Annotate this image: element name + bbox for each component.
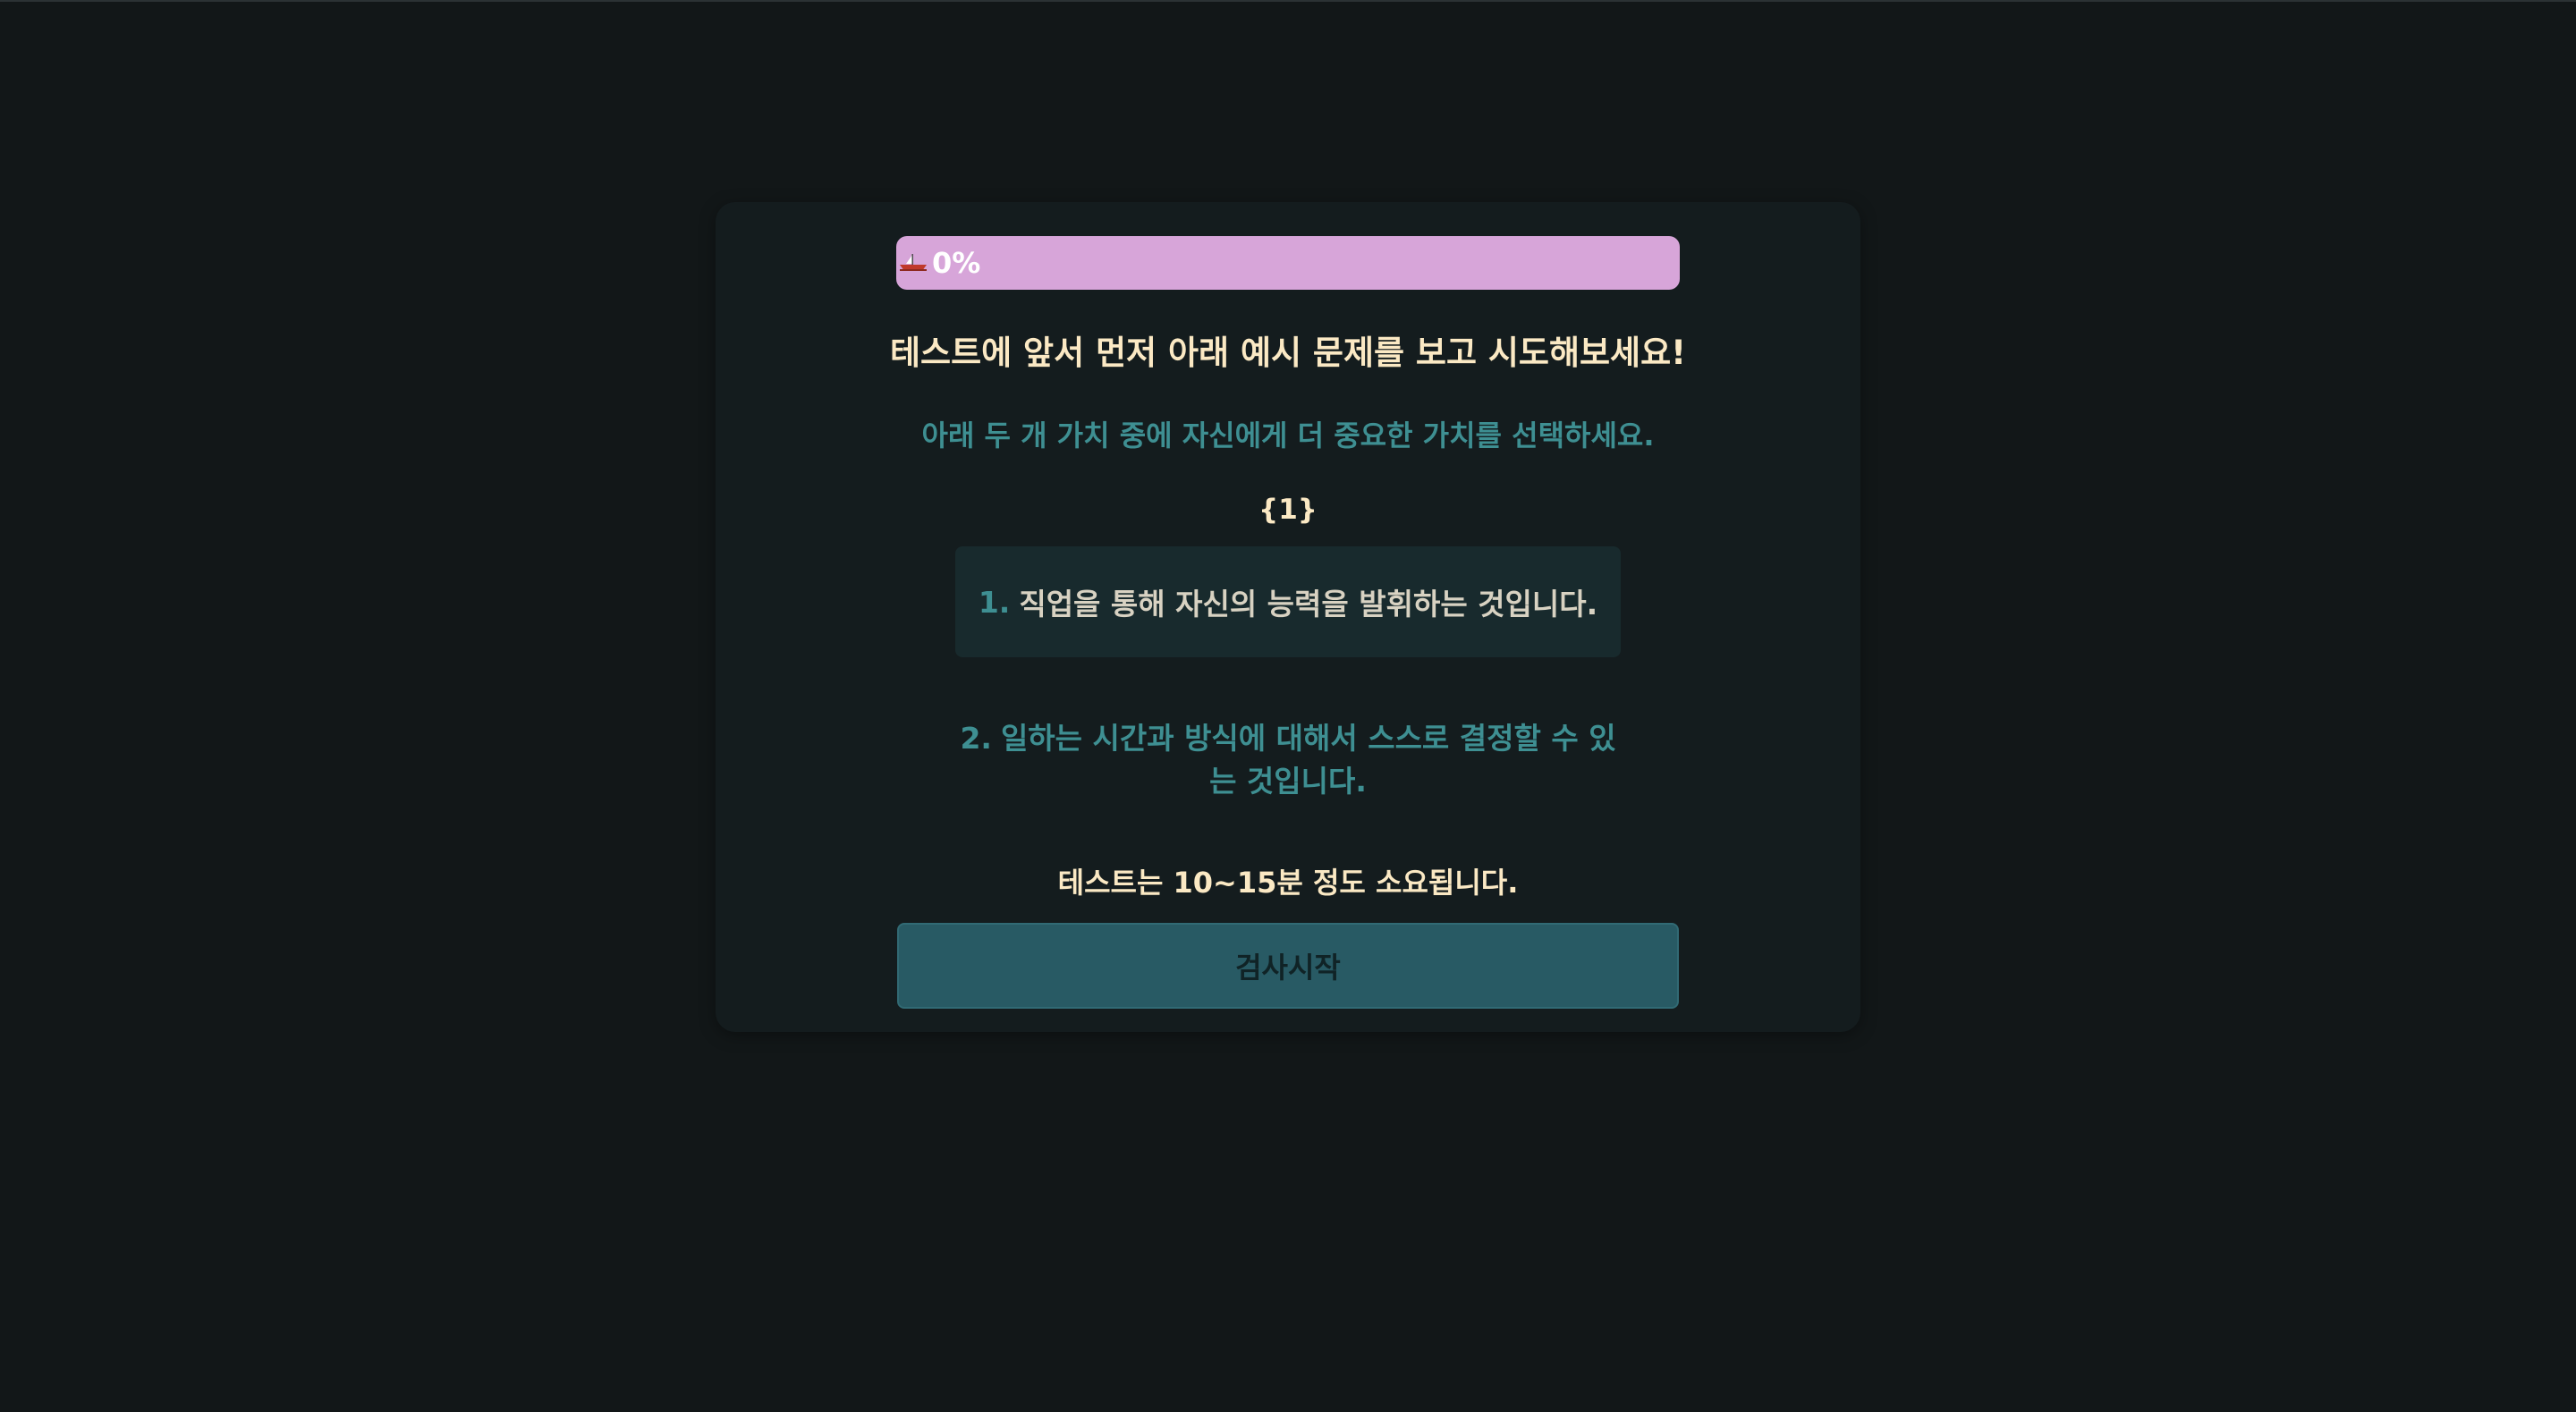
boat-icon [898, 249, 928, 276]
top-border [0, 0, 2576, 2]
intro-title: 테스트에 앞서 먼저 아래 예시 문제를 보고 시도해보세요! [890, 334, 1686, 372]
instruction-text: 아래 두 개 가치 중에 자신에게 더 중요한 가치를 선택하세요. [921, 419, 1655, 452]
start-test-label: 검사시작 [1235, 951, 1341, 985]
progress-bar: 0% [896, 236, 1680, 290]
option-1-button[interactable]: 1. 직업을 통해 자신의 능력을 발휘하는 것입니다. [955, 546, 1621, 657]
option-2-number: 2. [960, 721, 992, 756]
option-1-text: 직업을 통해 자신의 능력을 발휘하는 것입니다. [1019, 587, 1598, 621]
question-counter: {1} [1258, 494, 1318, 526]
option-2-text: 일하는 시간과 방식에 대해서 스스로 결정할 수 있는 것입니다. [1000, 721, 1616, 799]
option-2-button[interactable]: 2. 일하는 시간과 방식에 대해서 스스로 결정할 수 있는 것입니다. [955, 717, 1621, 803]
test-intro-card: 0% 테스트에 앞서 먼저 아래 예시 문제를 보고 시도해보세요! 아래 두 … [716, 202, 1860, 1032]
progress-percent: 0% [932, 246, 981, 280]
progress-content: 0% [896, 236, 980, 290]
start-test-button[interactable]: 검사시작 [897, 923, 1679, 1009]
duration-note: 테스트는 10~15분 정도 소요됩니다. [1057, 866, 1519, 900]
option-1-number: 1. [978, 584, 1011, 620]
